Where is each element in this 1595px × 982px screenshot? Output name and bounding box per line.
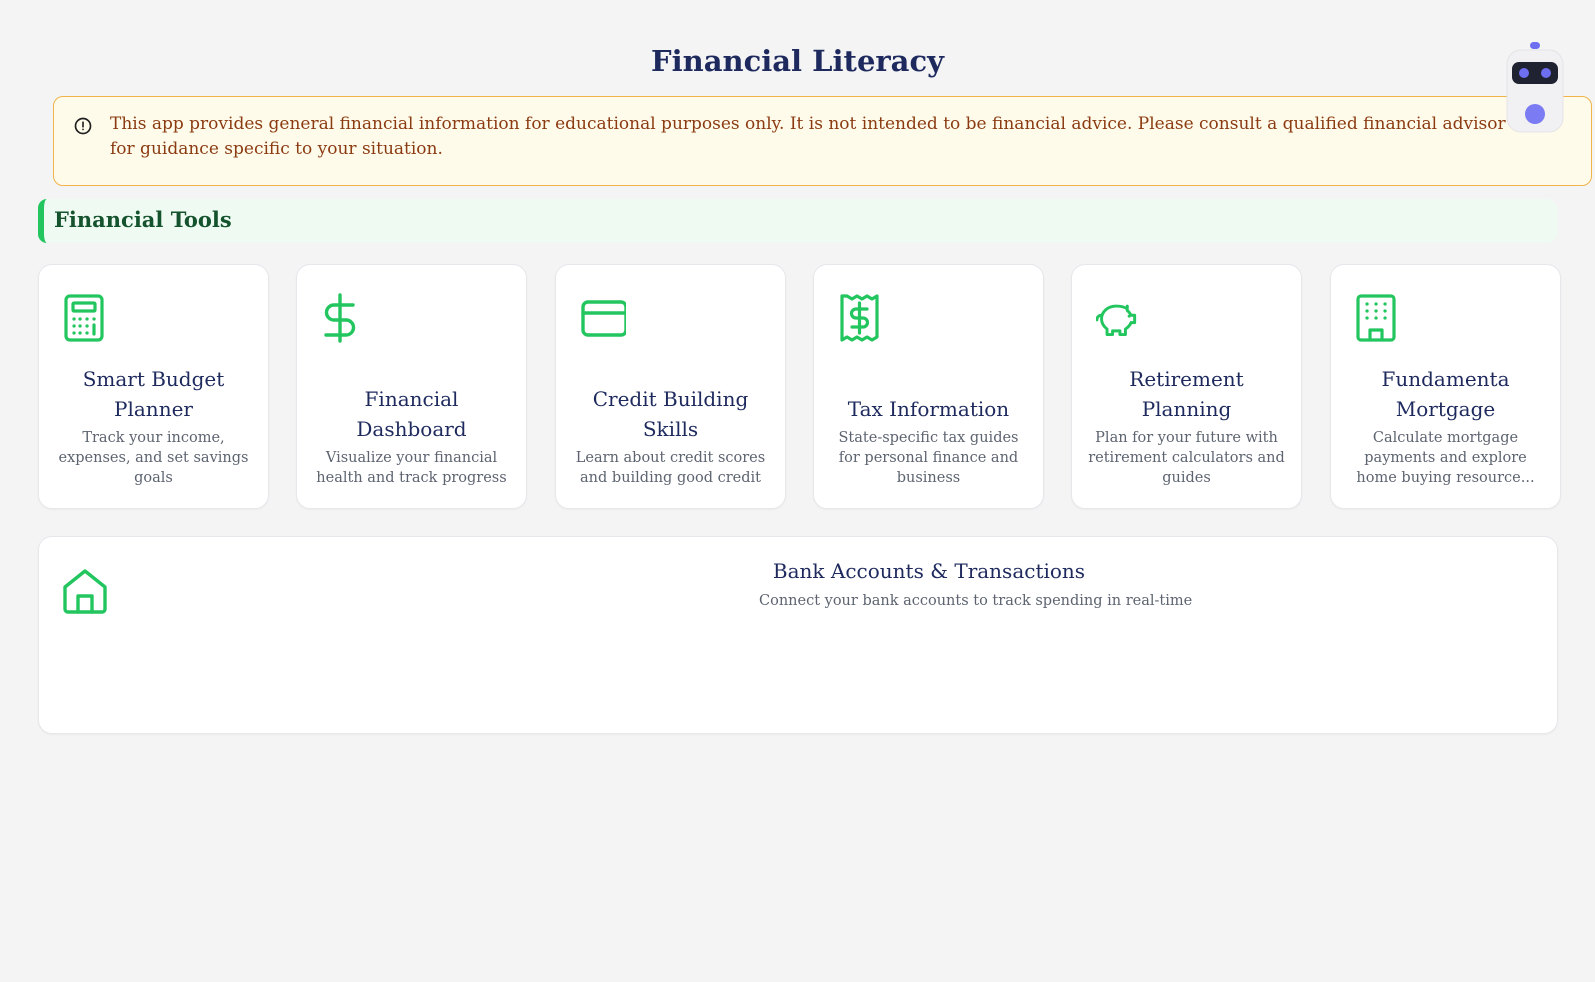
section-header-financial-tools: Financial Tools — [38, 199, 1558, 243]
dollar-icon — [324, 293, 356, 343]
bank-title: Bank Accounts & Transactions — [772, 559, 1086, 583]
piggy-bank-icon — [1096, 304, 1137, 337]
building-icon — [1356, 294, 1396, 342]
robot-icon — [1506, 42, 1564, 133]
tool-title: Fundamenta Mortgage — [1381, 367, 1510, 421]
section-title: Financial Tools — [54, 207, 232, 232]
tool-description: Calculate mortgage payments and explore … — [1356, 430, 1535, 486]
tool-title: Financial Dashboard — [356, 387, 467, 441]
tool-card-retirement-planning[interactable]: Retirement Planning Plan for your future… — [1071, 264, 1302, 509]
info-circle-icon — [74, 117, 92, 135]
bank-description: Connect your bank accounts to track spen… — [759, 593, 1193, 609]
tool-title: Retirement Planning — [1129, 367, 1244, 421]
tool-card-mortgage[interactable]: Fundamenta Mortgage Calculate mortgage p… — [1330, 264, 1561, 509]
credit-card-icon — [581, 300, 626, 337]
page-title: Financial Literacy — [651, 44, 944, 78]
bank-accounts-card[interactable]: Bank Accounts & Transactions Connect you… — [38, 536, 1558, 734]
tool-description: Learn about credit scores and building g… — [575, 450, 766, 486]
disclaimer-text: This app provides general financial info… — [110, 114, 1506, 159]
receipt-icon — [840, 294, 879, 342]
disclaimer-banner: This app provides general financial info… — [53, 96, 1592, 186]
tool-description: Track your income, expenses, and set sav… — [58, 430, 249, 486]
home-icon — [63, 569, 107, 614]
tool-description: State-specific tax guides for personal f… — [838, 430, 1019, 486]
tool-card-credit-building[interactable]: Credit Building Skills Learn about credi… — [555, 264, 786, 509]
calculator-icon — [64, 294, 104, 342]
tool-title: Tax Information — [847, 397, 1010, 421]
tool-title: Credit Building Skills — [592, 387, 749, 441]
tool-description: Plan for your future with retirement cal… — [1088, 430, 1285, 486]
tool-card-tax-information[interactable]: Tax Information State-specific tax guide… — [813, 264, 1044, 509]
tool-card-financial-dashboard[interactable]: Financial Dashboard Visualize your finan… — [296, 264, 527, 509]
tool-description: Visualize your financial health and trac… — [316, 450, 507, 486]
tool-title: Smart Budget Planner — [82, 367, 225, 421]
assistant-robot-button[interactable] — [1504, 40, 1566, 136]
tool-card-budget-planner[interactable]: Smart Budget Planner Track your income, … — [38, 264, 269, 509]
